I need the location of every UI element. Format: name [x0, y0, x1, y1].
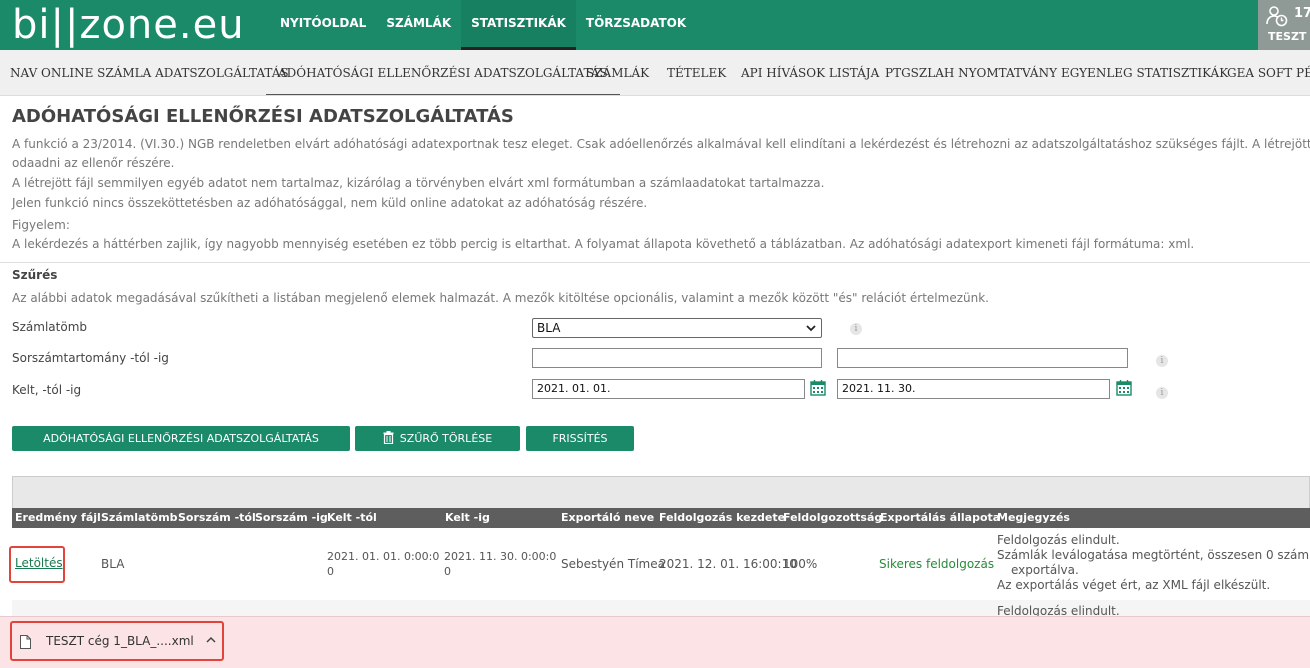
section-divider	[0, 262, 1310, 263]
col-sorszam-tol[interactable]: Sorszám -tól	[178, 508, 256, 528]
clear-filter-button[interactable]: SZŰRŐ TÖRLÉSE	[355, 426, 520, 451]
table-toolbar	[12, 476, 1310, 508]
chevron-down-icon	[806, 325, 816, 332]
cell-megjegyzes-line-4: Az exportálás véget ért, az XML fájl elk…	[997, 578, 1271, 592]
kelt-to-input[interactable]: 2021. 11. 30.	[837, 379, 1110, 399]
filter-title: Szűrés	[12, 268, 58, 282]
cell-exportalo: Sebestyén Tímea	[561, 557, 665, 571]
col-kelt-tol[interactable]: Kelt -tól	[327, 508, 377, 528]
subnav-adohatosagi[interactable]: ADÓHATÓSÁGI ELLENŐRZÉSI ADATSZOLGÁLTATÁS	[266, 50, 620, 95]
intro-line-2: odaadni az ellenőr részére.	[12, 156, 175, 170]
col-feldolgozottsag[interactable]: Feldolgozottság	[783, 508, 882, 528]
cell-megjegyzes-line-1: Feldolgozás elindult.	[997, 533, 1120, 547]
kelt-label: Kelt, -tól -ig	[12, 383, 82, 397]
col-sorszam-ig[interactable]: Sorszám -ig	[255, 508, 328, 528]
cell-feldolgozas-kezdete: 2021. 12. 01. 16:00:10	[659, 557, 797, 571]
col-megjegyzes[interactable]: Megjegyzés	[997, 508, 1070, 528]
cell-exportalas-allapota: Sikeres feldolgozás	[879, 557, 995, 571]
table-header: Eredmény fájl Számlatömb Sorszám -tól So…	[12, 508, 1310, 528]
cell-kelt-ig-line-2: 0	[444, 565, 451, 578]
intro-line-1: A funkció a 23/2014. (VI.30.) NGB rendel…	[12, 137, 1310, 151]
main-nav: NYITÓOLDAL SZÁMLÁK STATISZTIKÁK TÖRZSADA…	[270, 0, 696, 50]
subnav-egyenleg[interactable]: EGYENLEG STATISZTIKÁK	[1061, 50, 1228, 95]
col-kelt-ig[interactable]: Kelt -ig	[445, 508, 490, 528]
nav-statisztikak[interactable]: STATISZTIKÁK	[461, 0, 576, 50]
col-feldolgozas-kezdete[interactable]: Feldolgozás kezdete	[659, 508, 785, 528]
filter-description: Az alábbi adatok megadásával szűkítheti …	[12, 291, 989, 305]
user-clock-icon	[1266, 6, 1288, 27]
intro-line-3: A létrejött fájl semmilyen egyéb adatot …	[12, 176, 825, 190]
subnav-gea-soft[interactable]: GEA SOFT PÉNZ	[1227, 50, 1310, 95]
cell-kelt-ig-line-1: 2021. 11. 30. 0:00:0	[444, 550, 557, 563]
col-exportalas-allapota[interactable]: Exportálás állapota	[880, 508, 1000, 528]
sorszam-from-input[interactable]	[532, 348, 822, 368]
cell-kelt-tol-line-2: 0	[327, 565, 334, 578]
szamlatomb-value: BLA	[537, 321, 561, 335]
user-name: TESZT c	[1268, 30, 1310, 43]
page-title: ADÓHATÓSÁGI ELLENŐRZÉSI ADATSZOLGÁLTATÁS	[12, 106, 514, 127]
nav-szamlak[interactable]: SZÁMLÁK	[376, 0, 461, 50]
calendar-icon[interactable]	[1116, 379, 1132, 396]
intro-warning-label: Figyelem:	[12, 218, 70, 232]
info-icon[interactable]: i	[850, 323, 862, 335]
cell-feldolgozottsag: 100%	[783, 557, 818, 571]
cell-megjegyzes-next: Feldolgozás elindult.	[997, 604, 1120, 616]
table-row: Letöltés BLA 2021. 01. 01. 0:00:0 0 2021…	[12, 528, 1310, 600]
export-button[interactable]: ADÓHATÓSÁGI ELLENŐRZÉSI ADATSZOLGÁLTATÁS	[12, 426, 350, 451]
subnav-nav-online[interactable]: NAV ONLINE SZÁMLA ADATSZOLGÁLTATÁS	[10, 50, 289, 95]
subnav-ptgszlah[interactable]: PTGSZLAH NYOMTATVÁNY	[885, 50, 1057, 95]
user-menu[interactable]: 17 TESZT c	[1258, 0, 1310, 50]
user-count: 17	[1294, 6, 1310, 21]
cell-megjegyzes-line-3: exportálva.	[1011, 563, 1079, 577]
info-icon[interactable]: i	[1156, 355, 1168, 367]
cell-szamlatomb: BLA	[101, 557, 125, 571]
sub-nav: NAV ONLINE SZÁMLA ADATSZOLGÁLTATÁS ADÓHA…	[0, 50, 1310, 96]
billzone-logo[interactable]: bi||zone.eu	[12, 2, 245, 48]
nav-nyitooldal[interactable]: NYITÓOLDAL	[270, 0, 376, 50]
sorszam-label: Sorszámtartomány -tól -ig	[12, 351, 169, 365]
info-icon[interactable]: i	[1156, 387, 1168, 399]
refresh-button[interactable]: FRISSÍTÉS	[526, 426, 634, 451]
sorszam-to-input[interactable]	[837, 348, 1128, 368]
top-bar: bi||zone.eu NYITÓOLDAL SZÁMLÁK STATISZTI…	[0, 0, 1310, 50]
col-exportalo-neve[interactable]: Exportáló neve	[561, 508, 654, 528]
subnav-szamlak[interactable]: SZÁMLÁK	[586, 50, 649, 95]
cell-megjegyzes-line-2: Számlák leválogatása megtörtént, összese…	[997, 548, 1310, 562]
subnav-api-hivasok[interactable]: API HÍVÁSOK LISTÁJA	[741, 50, 879, 95]
intro-line-4: Jelen funkció nincs összeköttetésben az …	[12, 196, 648, 210]
col-eredmeny-fajl[interactable]: Eredmény fájl	[15, 508, 101, 528]
calendar-icon[interactable]	[810, 379, 826, 396]
col-szamlatomb[interactable]: Számlatömb	[101, 508, 178, 528]
download-link-highlight	[9, 546, 65, 583]
szamlatomb-label: Számlatömb	[12, 320, 87, 334]
download-item-highlight	[10, 621, 224, 661]
cell-kelt-tol-line-1: 2021. 01. 01. 0:00:0	[327, 550, 440, 563]
nav-torzsadatok[interactable]: TÖRZSADATOK	[576, 0, 696, 50]
szamlatomb-select[interactable]: BLA	[532, 318, 822, 338]
kelt-from-input[interactable]: 2021. 01. 01.	[532, 379, 805, 399]
intro-line-6: A lekérdezés a háttérben zajlik, így nag…	[12, 237, 1195, 251]
subnav-tetelek[interactable]: TÉTELEK	[667, 50, 726, 95]
clear-filter-label: SZŰRŐ TÖRLÉSE	[399, 432, 493, 445]
trash-icon	[383, 431, 394, 444]
table-row: Feldolgozás elindult.	[12, 600, 1310, 616]
